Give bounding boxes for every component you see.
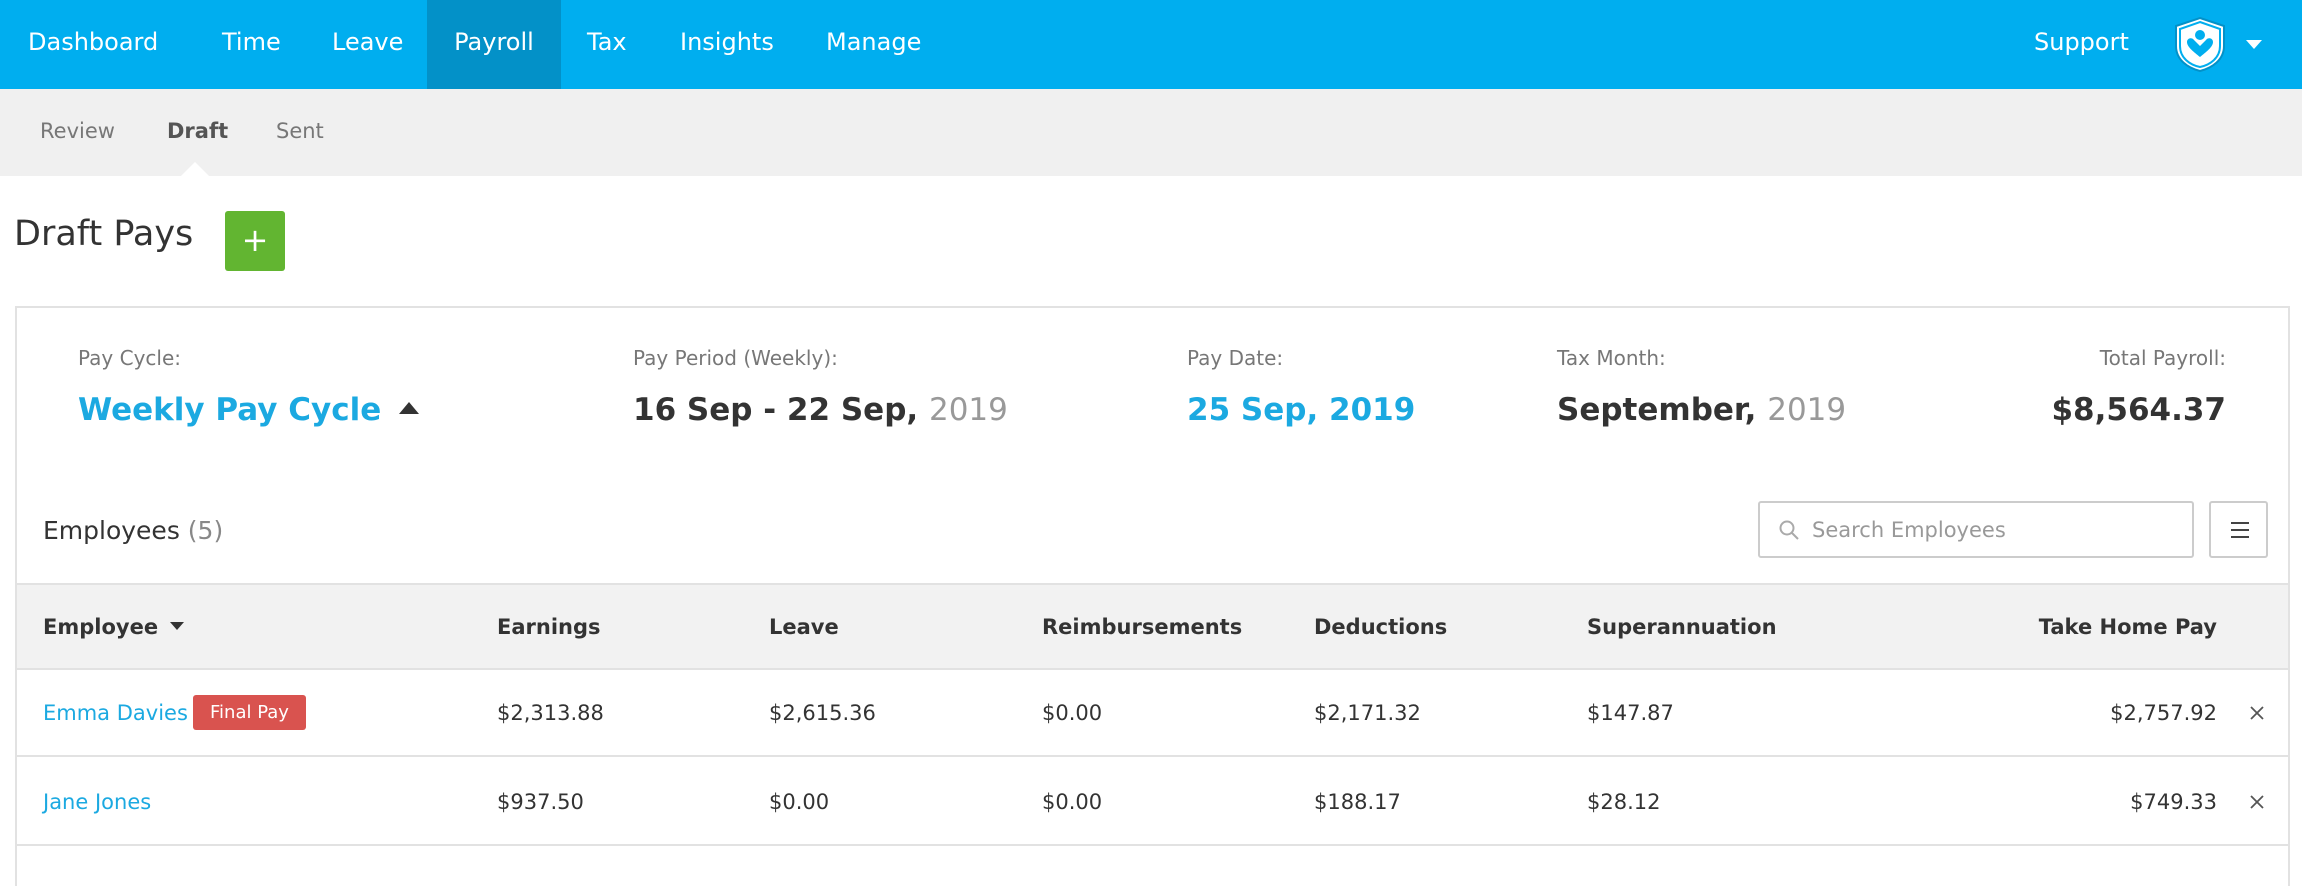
employee-name-link[interactable]: Emma Davies — [43, 670, 188, 756]
nav-time[interactable]: Time — [222, 0, 281, 89]
header-employee[interactable]: Employee — [43, 585, 185, 669]
subnav-sent[interactable]: Sent — [276, 89, 324, 176]
earnings-cell: $937.50 — [497, 790, 584, 814]
leave-cell: $0.00 — [769, 790, 830, 814]
pay-period-value: 16 Sep - 22 Sep, 2019 — [633, 392, 1008, 428]
column-menu-button[interactable] — [2209, 501, 2268, 558]
table-row: Emma Davies Final Pay $2,313.88 $2,615.3… — [17, 670, 2288, 757]
page-title: Draft Pays — [14, 214, 194, 254]
nav-insights[interactable]: Insights — [680, 0, 774, 89]
employees-heading-label: Employees — [43, 516, 180, 545]
employees-heading: Employees (5) — [43, 516, 223, 545]
reimbursements-cell: $0.00 — [1042, 701, 1103, 725]
employee-name-link[interactable]: Jane Jones — [43, 759, 151, 845]
employee-search-box[interactable] — [1758, 501, 2194, 558]
pay-cycle-selector[interactable]: Weekly Pay Cycle — [78, 392, 420, 428]
header-superannuation: Superannuation — [1587, 615, 1777, 639]
nav-payroll[interactable]: Payroll — [427, 0, 561, 89]
header-deductions: Deductions — [1314, 615, 1448, 639]
pay-period-year: 2019 — [928, 392, 1008, 428]
earnings-cell: $2,313.88 — [497, 701, 604, 725]
remove-row-close-icon[interactable] — [2248, 704, 2266, 722]
header-take-home-pay: Take Home Pay — [2038, 615, 2217, 639]
employees-count: (5) — [187, 516, 224, 545]
header-reimbursements: Reimbursements — [1042, 615, 1243, 639]
take-home-pay-cell: $749.33 — [2130, 790, 2217, 814]
superannuation-cell: $147.87 — [1587, 701, 1674, 725]
tax-month-year: 2019 — [1767, 392, 1847, 428]
nav-tax[interactable]: Tax — [587, 0, 627, 89]
tax-month-label: Tax Month: — [1557, 346, 1666, 370]
superannuation-cell: $28.12 — [1587, 790, 1661, 814]
table-row: Jane Jones $937.50 $0.00 $0.00 $188.17 $… — [17, 759, 2288, 846]
header-earnings: Earnings — [497, 615, 601, 639]
search-input[interactable] — [1812, 509, 2182, 551]
remove-row-close-icon[interactable] — [2248, 793, 2266, 811]
caret-up-icon[interactable] — [399, 401, 420, 414]
nav-leave[interactable]: Leave — [332, 0, 403, 89]
deductions-cell: $188.17 — [1314, 790, 1401, 814]
hamburger-icon — [2231, 522, 2249, 524]
pay-period-label: Pay Period (Weekly): — [633, 346, 838, 370]
deductions-cell: $2,171.32 — [1314, 701, 1421, 725]
add-draft-pay-button[interactable]: + — [225, 211, 285, 271]
top-nav: Dashboard Time Leave Payroll Tax Insight… — [0, 0, 2302, 89]
sub-nav: Review Draft Sent — [0, 89, 2302, 176]
leave-cell: $2,615.36 — [769, 701, 876, 725]
pay-date-value[interactable]: 25 Sep, 2019 — [1187, 392, 1415, 428]
table-header: Employee Earnings Leave Reimbursements D… — [17, 583, 2288, 670]
search-icon — [1779, 520, 1799, 540]
pay-cycle-value[interactable]: Weekly Pay Cycle — [78, 392, 381, 428]
total-payroll-value: $8,564.37 — [2051, 392, 2226, 428]
total-payroll-label: Total Payroll: — [2099, 346, 2226, 370]
account-dropdown-icon[interactable] — [2246, 40, 2262, 49]
reimbursements-cell: $0.00 — [1042, 790, 1103, 814]
subnav-review[interactable]: Review — [40, 89, 115, 176]
final-pay-badge: Final Pay — [193, 695, 306, 730]
tax-month-value: September, 2019 — [1557, 392, 1846, 428]
active-subnav-pointer — [181, 162, 209, 176]
pay-period-range: 16 Sep - 22 Sep, — [633, 392, 919, 428]
tax-month-name: September, — [1557, 392, 1757, 428]
nav-dashboard[interactable]: Dashboard — [28, 0, 158, 89]
pay-date-label: Pay Date: — [1187, 346, 1284, 370]
nav-manage[interactable]: Manage — [826, 0, 921, 89]
take-home-pay-cell: $2,757.92 — [2110, 701, 2217, 725]
support-link[interactable]: Support — [2034, 0, 2129, 89]
shield-heart-icon[interactable] — [2172, 16, 2228, 72]
header-leave: Leave — [769, 615, 839, 639]
sort-caret-icon[interactable] — [170, 622, 185, 630]
pay-cycle-label: Pay Cycle: — [78, 346, 182, 370]
